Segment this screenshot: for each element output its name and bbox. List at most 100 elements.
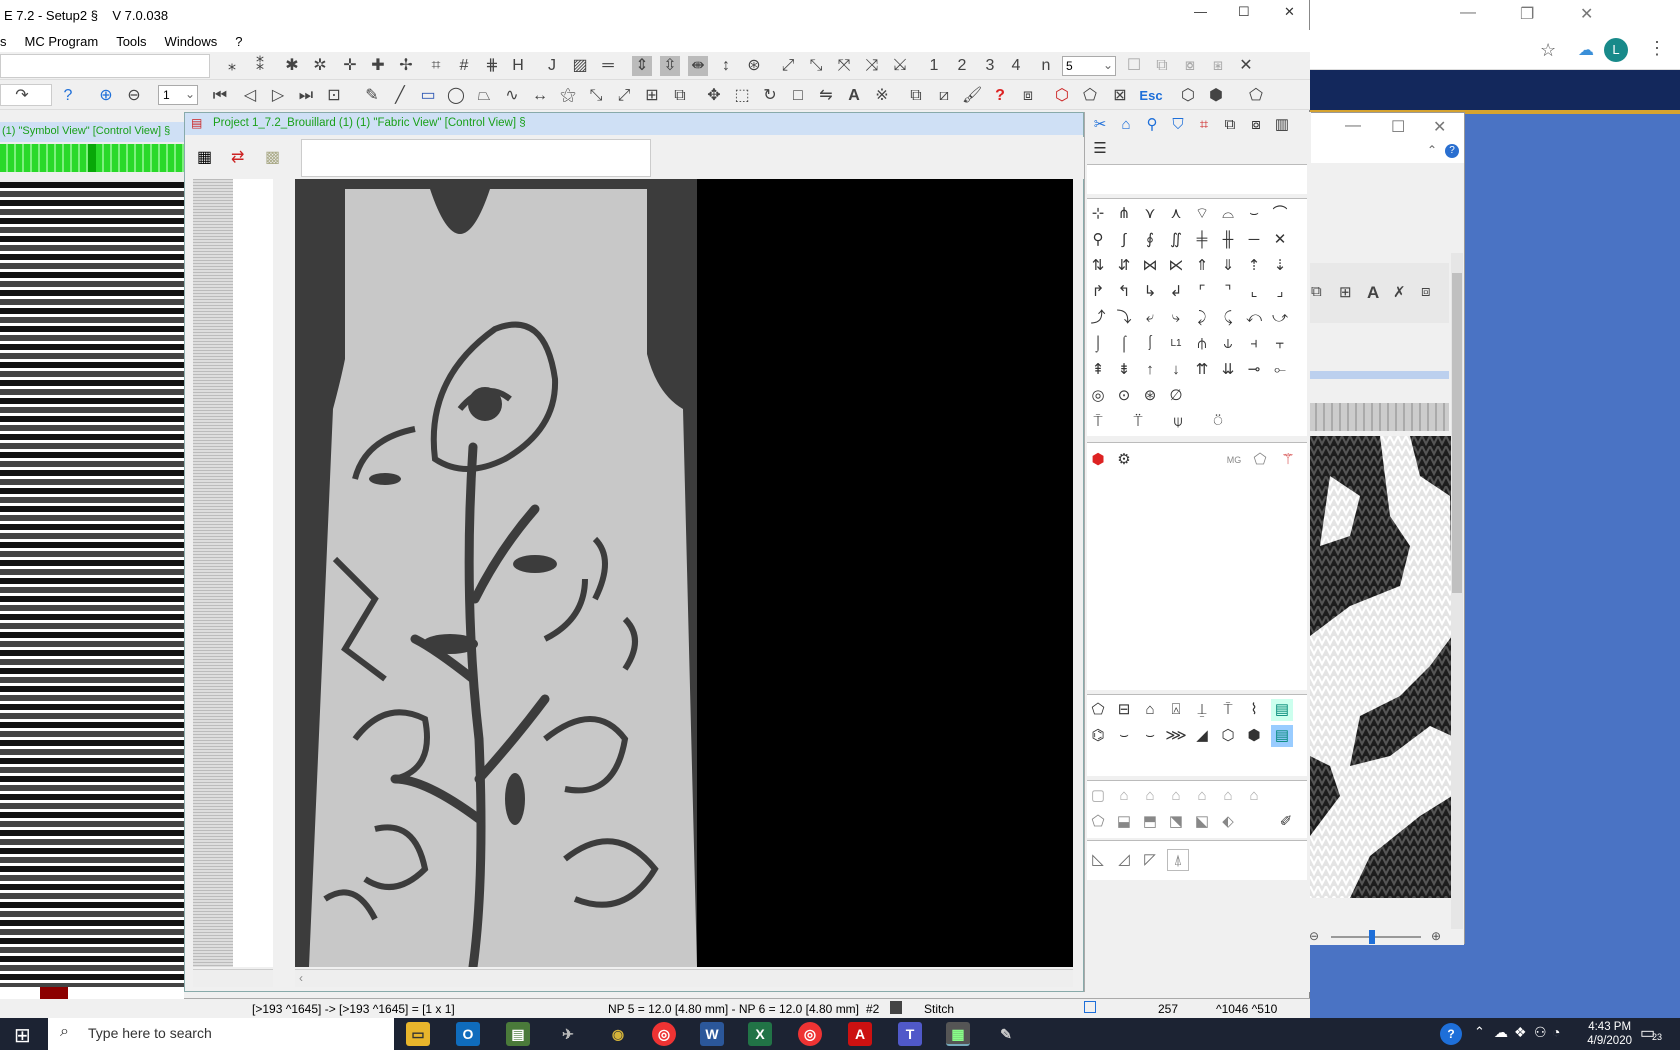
symbol-grid[interactable]	[0, 182, 184, 992]
minimize-icon[interactable]: —	[1460, 4, 1476, 22]
mg-icon[interactable]: MG	[1223, 449, 1245, 471]
stitch-dropdown-icon[interactable]: ⍥	[1207, 411, 1229, 433]
brush-icon[interactable]: ✐	[1275, 811, 1297, 833]
menu-tools[interactable]: Tools	[107, 34, 155, 49]
measure-icon[interactable]: ↔	[530, 86, 550, 106]
chrome-icon[interactable]: ◎	[798, 1022, 822, 1046]
stitch-tool-icon[interactable]: ✚	[368, 56, 388, 76]
stitch-tool-icon[interactable]: ⋕	[482, 56, 502, 76]
rotate-icon[interactable]: ↻	[760, 86, 780, 106]
pencil-icon[interactable]: ✎	[362, 86, 382, 106]
stitch-icon[interactable]: ↰	[1113, 281, 1135, 303]
wifi-icon[interactable]: ◔	[1552, 1024, 1560, 1040]
stitch-icon[interactable]: ⫛	[1191, 333, 1213, 355]
stitch-icon[interactable]: ⇑	[1191, 255, 1213, 277]
help-icon[interactable]: ?	[1440, 1023, 1462, 1045]
stitch-icon[interactable]: ⋏	[1165, 203, 1187, 225]
garment-icon[interactable]: ⍊	[1191, 699, 1213, 721]
tool-icon[interactable]: ✗	[1393, 283, 1406, 301]
minimize-icon[interactable]: —	[1194, 4, 1207, 19]
number-3-button[interactable]: 3	[980, 56, 1000, 76]
text-tool-icon[interactable]: A	[1367, 283, 1379, 303]
chrome-icon[interactable]: ◎	[652, 1022, 676, 1046]
tool-icon[interactable]: ⚚	[1277, 449, 1299, 471]
stitch-dropdown-icon[interactable]: ⍦	[1167, 411, 1189, 433]
stitch-icon[interactable]: ↑	[1139, 359, 1161, 381]
stitch-tool-icon[interactable]: ⧇	[1180, 56, 1200, 76]
stitch-icon[interactable]: ⎰	[1139, 333, 1161, 355]
chevron-up-icon[interactable]: ⌃	[1474, 1024, 1485, 1040]
stitch-icon[interactable]: ╪	[1191, 229, 1213, 251]
stitch-icon[interactable]: ⌒	[1269, 203, 1291, 225]
star-icon[interactable]: ☆	[1540, 40, 1556, 61]
layer-icon[interactable]: ◿	[1113, 849, 1135, 871]
empty-set-icon[interactable]: ∅	[1165, 385, 1187, 407]
number-select[interactable]: 5 ⌄	[1062, 56, 1116, 76]
move-icon[interactable]: ✥	[704, 86, 724, 106]
garment-icon[interactable]: ▤	[1271, 699, 1293, 721]
resize-icon[interactable]: ⤢	[614, 86, 634, 106]
stitch-tool-icon[interactable]: ⊛	[744, 56, 764, 76]
wand-icon[interactable]: ⚝	[558, 86, 578, 106]
stitch-tool-icon[interactable]: ✲	[310, 56, 330, 76]
stitch-icon[interactable]: ↱	[1087, 281, 1109, 303]
stitch-icon[interactable]: ⚲	[1087, 229, 1109, 251]
shape-icon[interactable]: ▢	[1087, 785, 1109, 807]
stitch-icon[interactable]: ⟜	[1269, 359, 1291, 381]
shape-icon[interactable]: ⌂	[1115, 114, 1137, 136]
garment-icon[interactable]: ⋙	[1165, 725, 1187, 747]
shape-icon[interactable]: ⧉	[1219, 114, 1241, 136]
list-icon[interactable]: ☰	[1089, 138, 1111, 160]
last-icon[interactable]: ⏭	[296, 86, 316, 106]
stitch-tool-icon[interactable]: ⇕	[632, 56, 652, 76]
stitch-icon[interactable]: ⇟	[1113, 359, 1135, 381]
stitch-icon[interactable]: ⇡	[1243, 255, 1265, 277]
teams-icon[interactable]: T	[898, 1022, 922, 1046]
stitch-tool-icon[interactable]: ⤨	[862, 56, 882, 76]
ellipse-icon[interactable]: ◯	[446, 86, 466, 106]
shape-icon[interactable]: ⬠	[1087, 811, 1109, 833]
scrollbar-thumb[interactable]	[1452, 273, 1462, 593]
stitch-icon[interactable]: ⌟	[1269, 281, 1291, 303]
target-icon[interactable]: ◎	[1087, 385, 1109, 407]
garment-icon[interactable]: ⌣	[1113, 725, 1135, 747]
shape-icon[interactable]: ⬡	[1052, 86, 1072, 106]
maximize-icon[interactable]: ☐	[1238, 4, 1250, 20]
shirt-icon[interactable]: ⌂	[1113, 785, 1135, 807]
stitch-dropdown-icon[interactable]: ⍑	[1087, 411, 1109, 433]
stitch-icon[interactable]: ⇓	[1217, 255, 1239, 277]
stitch-icon[interactable]: ⇅	[1087, 255, 1109, 277]
app-icon[interactable]: ◉	[606, 1022, 630, 1046]
help-icon[interactable]: ?	[58, 86, 78, 106]
stitch-icon[interactable]: ∫	[1113, 229, 1135, 251]
shape-icon[interactable]: ⬖	[1217, 811, 1239, 833]
app-icon[interactable]: ✈	[556, 1022, 580, 1046]
menu-s[interactable]: s	[0, 34, 16, 49]
garment-icon[interactable]: ▤	[1271, 725, 1293, 747]
tool-icon[interactable]: ⊞	[1339, 283, 1352, 301]
stitch-tool-icon[interactable]: ⇳	[660, 56, 680, 76]
stitch-tool-icon[interactable]: #	[454, 56, 474, 76]
stitch-tool-icon[interactable]: ⧉	[1152, 56, 1172, 76]
swap-icon[interactable]: ⇄	[231, 147, 244, 167]
stitch-tool-icon[interactable]: ✛	[340, 56, 360, 76]
garment-icon[interactable]: ⬢	[1243, 725, 1265, 747]
prev-icon[interactable]: ◁	[240, 86, 260, 106]
stitch-icon[interactable]: ⌔	[1191, 203, 1213, 225]
tool-icon[interactable]: ⧈	[1421, 283, 1431, 300]
close-icon[interactable]: ✕	[1284, 4, 1295, 20]
viewer-scrollbar[interactable]	[1451, 253, 1463, 943]
mirror-icon[interactable]: ⧉	[670, 86, 690, 106]
stitch-icon[interactable]: ⌜	[1191, 281, 1213, 303]
shape-icon[interactable]: ⬒	[1139, 811, 1161, 833]
fabric-hscroll[interactable]: ‹	[295, 969, 1073, 987]
pattern-icon[interactable]: ※	[872, 86, 892, 106]
stitch-icon[interactable]: ⌡	[1087, 333, 1109, 355]
stitch-icon[interactable]: ∮	[1139, 229, 1161, 251]
garment-icon[interactable]: ⬠	[1087, 699, 1109, 721]
line-icon[interactable]: ╱	[390, 86, 410, 106]
stitch-tool-icon[interactable]: ↕	[716, 56, 736, 76]
stitch-icon[interactable]: ⌓	[1217, 203, 1239, 225]
minimize-icon[interactable]: —	[1345, 117, 1361, 135]
l1-icon[interactable]: L1	[1165, 333, 1187, 355]
